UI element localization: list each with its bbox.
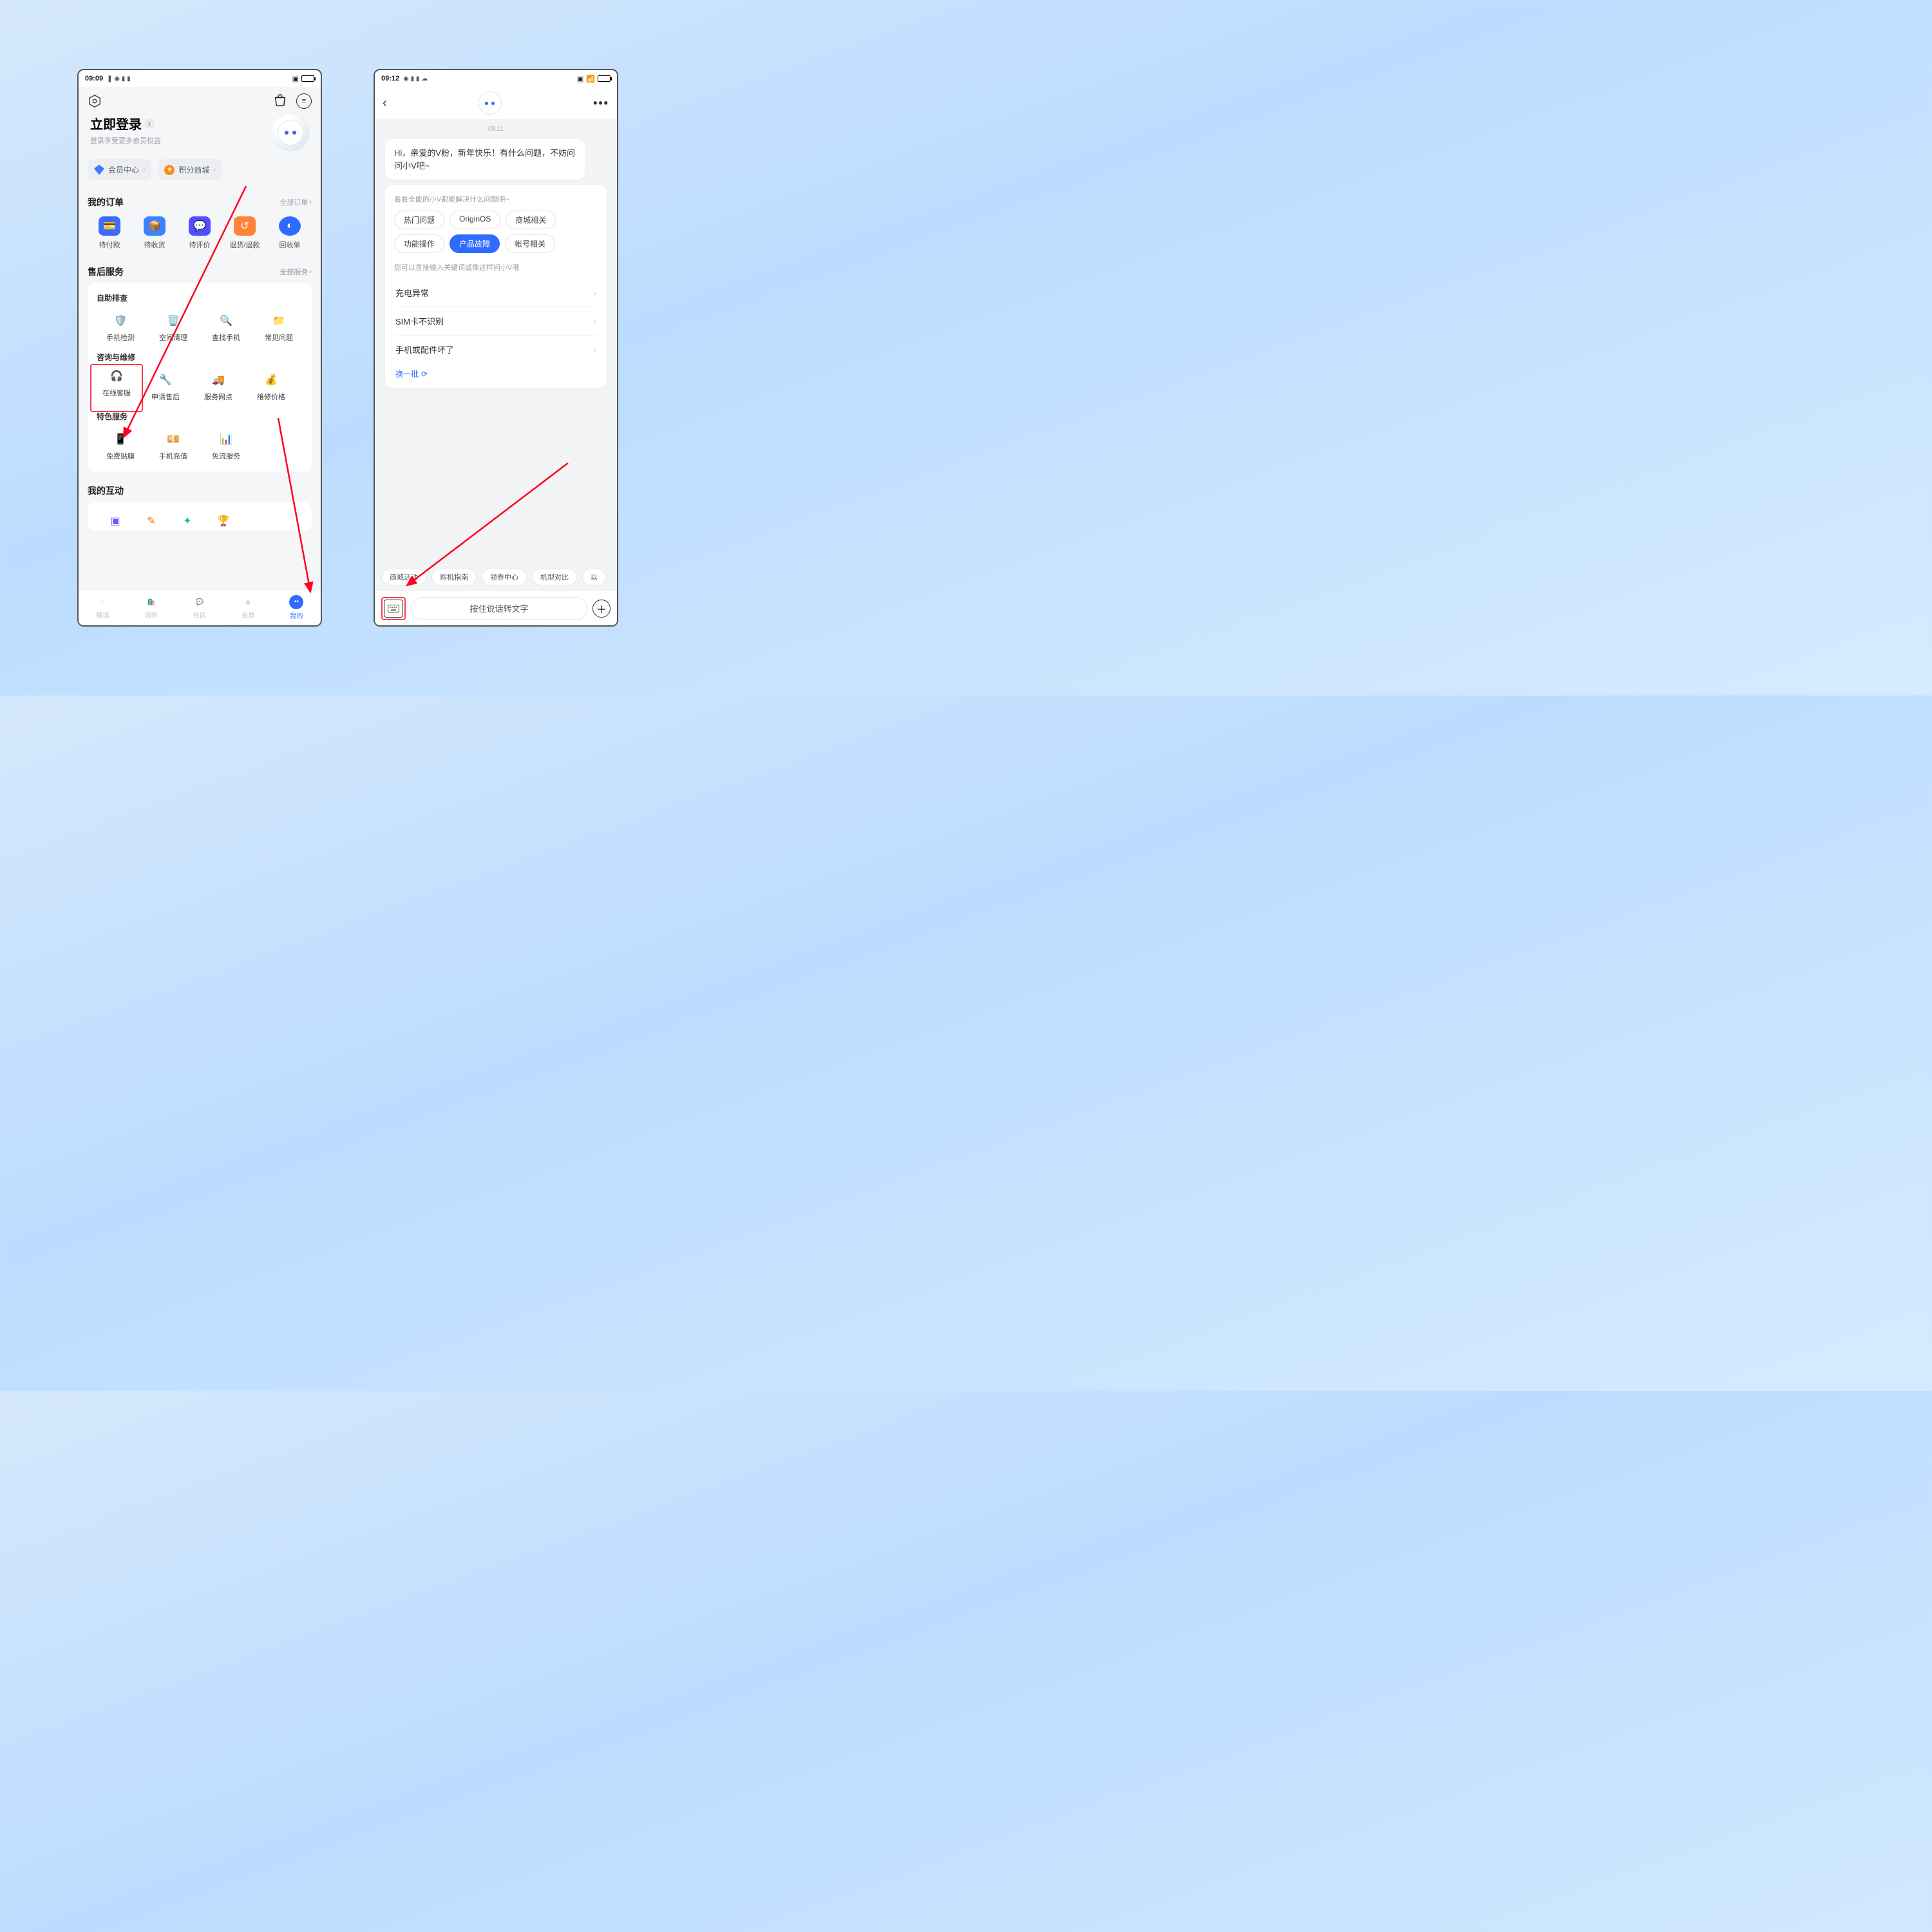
nav-shop[interactable]: 🛍️选购 — [127, 590, 175, 625]
svc-apply-after[interactable]: 🔧申请售后 — [139, 368, 192, 408]
category-chip[interactable]: 帐号相关 — [505, 234, 555, 253]
status-right: ▣📶 — [577, 75, 611, 83]
status-right: ▣ — [292, 75, 314, 83]
interact-icon-4[interactable]: 🏆 — [214, 511, 233, 531]
categories-bubble: 看看全能的小V都能解决什么问题吧~ 热门问题 OriginOS 商城相关功能操作产品… — [385, 185, 607, 388]
member-center-pill[interactable]: 会员中心› — [88, 159, 151, 180]
nav-community[interactable]: 💬社区 — [175, 590, 223, 625]
more-button[interactable]: ••• — [593, 97, 609, 110]
interact-icon-2[interactable]: ✎ — [142, 511, 161, 531]
status-bar: 09:09 ❚ ◉ ▮ ▮ ▣ — [79, 70, 321, 87]
refresh-link[interactable]: 换一批⟳ — [394, 363, 598, 381]
suggestion-chip[interactable]: 领券中心 — [482, 569, 527, 585]
chat-header: ‹ ••• — [375, 87, 617, 119]
suggestion-chip[interactable]: 购机指南 — [431, 569, 477, 585]
interact-icon-1[interactable]: ▣ — [106, 511, 125, 531]
diamond-icon — [94, 165, 104, 175]
cart-icon[interactable] — [273, 94, 287, 108]
svc-phone-check[interactable]: 🛡️手机检测 — [94, 308, 147, 349]
all-orders-link[interactable]: 全部订单› — [279, 197, 312, 207]
hint-text: 您可以直接输入关键词或像这样问小V哦 — [394, 262, 598, 272]
svc-online-support[interactable]: 🎧在线客服 — [90, 364, 143, 412]
svc-find-phone[interactable]: 🔍查找手机 — [200, 308, 252, 349]
all-services-link[interactable]: 全部服务› — [279, 267, 312, 277]
status-bar: 09:12 ◉ ▮ ▮ ☁ ▣📶 — [375, 70, 617, 87]
greeting-bubble: Hi，亲爱的V粉，新年快乐！有什么问题，不妨问问小V吧~ — [385, 139, 585, 180]
back-button[interactable]: ‹ — [383, 96, 387, 111]
login-button[interactable]: 立即登录 › — [90, 114, 272, 133]
svc-space-clean[interactable]: 🗑️空间清理 — [147, 308, 200, 349]
avatar[interactable] — [272, 114, 309, 151]
orders-row: 💳待付款 📦待收货 💬待评价 ↺退货/退款 ◐回收单 — [88, 214, 312, 259]
svc-faq[interactable]: 📁常见问题 — [252, 308, 305, 349]
svc-free-film[interactable]: 📱免费贴膜 — [94, 427, 147, 468]
bot-avatar — [478, 91, 502, 115]
message-time: 09:11 — [375, 119, 617, 137]
orders-title: 我的订单 — [88, 196, 124, 209]
nav-featured[interactable]: ♡精选 — [79, 590, 127, 625]
chevron-right-icon: › — [594, 345, 596, 354]
refresh-icon: ⟳ — [421, 370, 428, 379]
category-chip[interactable]: 产品故障 — [450, 234, 500, 253]
question-row[interactable]: SIM卡不识别› — [394, 307, 598, 335]
input-bar: 按住说话转文字 ＋ — [375, 591, 617, 625]
question-row[interactable]: 手机或配件坏了› — [394, 335, 598, 363]
status-time: 09:09 — [85, 75, 103, 82]
order-pending-pay[interactable]: 💳待付款 — [90, 216, 129, 250]
category-chip[interactable]: OriginOS — [450, 211, 500, 229]
category-chip[interactable]: 商城相关 — [506, 211, 556, 229]
category-chip[interactable]: 热门问题 — [394, 211, 444, 229]
bottom-nav: ♡精选 🛍️选购 💬社区 ◈会员 ••我的 — [79, 589, 321, 625]
categories-heading: 看看全能的小V都能解决什么问题吧~ — [394, 194, 598, 204]
keyboard-highlight — [381, 597, 406, 620]
settings-hex-icon[interactable] — [88, 94, 102, 108]
order-pending-receive[interactable]: 📦待收货 — [135, 216, 174, 250]
chevron-right-icon: › — [144, 118, 155, 129]
nav-member[interactable]: ◈会员 — [224, 590, 272, 625]
aftersale-title: 售后服务 — [88, 265, 124, 278]
interact-card: ▣ ✎ ✦ 🏆 — [88, 502, 312, 531]
points-mall-pill[interactable]: ★ 积分商城› — [158, 159, 222, 180]
suggestion-chip[interactable]: 机型对比 — [532, 569, 577, 585]
keyboard-toggle[interactable] — [384, 600, 403, 618]
login-subtitle: 登录享受更多会员权益 — [90, 135, 272, 146]
star-icon: ★ — [164, 165, 175, 175]
interact-title: 我的互动 — [88, 484, 124, 497]
order-pending-review[interactable]: 💬待评价 — [180, 216, 219, 250]
add-button[interactable]: ＋ — [592, 600, 611, 618]
status-indicators: ◉ ▮ ▮ ☁ — [403, 75, 428, 82]
order-refund[interactable]: ↺退货/退款 — [225, 216, 264, 250]
interact-icon-3[interactable]: ✦ — [178, 511, 197, 531]
self-check-title: 自助排查 — [94, 290, 305, 308]
voice-input-button[interactable]: 按住说话转文字 — [411, 597, 587, 620]
question-row[interactable]: 充电异常› — [394, 279, 598, 307]
nav-mine[interactable]: ••我的 — [272, 590, 321, 625]
svc-recharge[interactable]: 💴手机充值 — [147, 427, 200, 468]
chevron-right-icon: › — [594, 317, 596, 326]
svc-repair-price[interactable]: 💰维修价格 — [245, 368, 298, 408]
suggestion-row: 商城活动购机指南领券中心机型对比以 — [375, 564, 617, 591]
status-indicators: ❚ ◉ ▮ ▮ — [107, 75, 130, 82]
suggestion-chip[interactable]: 以 — [582, 569, 606, 585]
message-icon[interactable]: ≡ — [296, 93, 312, 109]
order-recycle[interactable]: ◐回收单 — [270, 216, 309, 250]
chevron-right-icon: › — [594, 289, 596, 298]
category-chip[interactable]: 功能操作 — [394, 234, 444, 253]
services-card: 自助排查 🛡️手机检测 🗑️空间清理 🔍查找手机 📁常见问题 咨询与维修 🎧在线… — [88, 283, 312, 471]
phone-right: 09:12 ◉ ▮ ▮ ☁ ▣📶 ‹ ••• 09:11 Hi，亲爱的V粉，新年… — [374, 69, 618, 627]
svc-locations[interactable]: 🚚服务网点 — [192, 368, 245, 408]
phone-left: 09:09 ❚ ◉ ▮ ▮ ▣ ≡ 立即登录 › 登录享受更多会员权益 — [77, 69, 322, 627]
status-time: 09:12 — [381, 75, 399, 82]
svc-free-data[interactable]: 📊免流服务 — [200, 427, 252, 468]
suggestion-chip[interactable]: 商城活动 — [381, 569, 426, 585]
